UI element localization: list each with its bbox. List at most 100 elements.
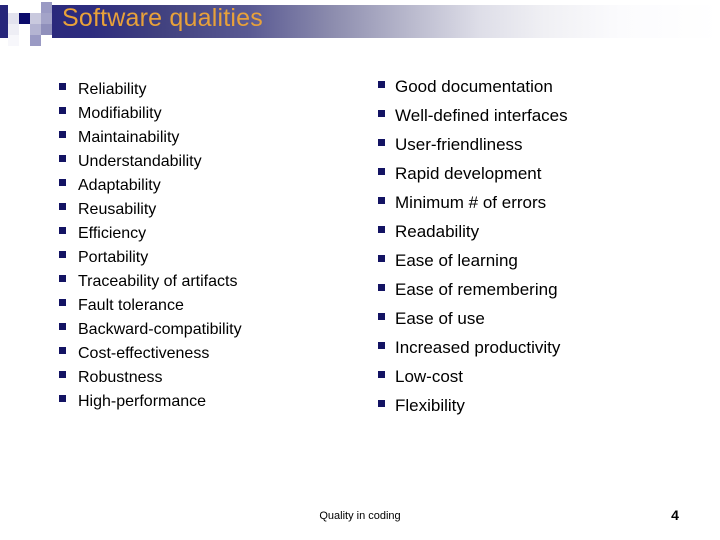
page-title: Software qualities — [62, 4, 263, 32]
list-item: Cost-effectiveness — [59, 344, 359, 368]
list-item: Rapid development — [378, 163, 708, 192]
list-item: Adaptability — [59, 176, 359, 200]
square-bullet-icon — [378, 168, 385, 175]
list-item: Traceability of artifacts — [59, 272, 359, 296]
decoration-square — [19, 2, 30, 13]
square-bullet-icon — [59, 179, 66, 186]
list-item: Reusability — [59, 200, 359, 224]
list-item: Ease of learning — [378, 250, 708, 279]
right-bullet-item-label: User-friendliness — [395, 135, 523, 154]
left-bullet-item-label: Fault tolerance — [78, 297, 184, 314]
list-item: Minimum # of errors — [378, 192, 708, 221]
square-bullet-icon — [59, 347, 66, 354]
right-bullet-item-label: Increased productivity — [395, 338, 561, 357]
decoration-square — [19, 35, 30, 46]
right-bullet-item-label: Low-cost — [395, 367, 464, 386]
square-bullet-icon — [59, 395, 66, 402]
list-item: Robustness — [59, 368, 359, 392]
list-item: Efficiency — [59, 224, 359, 248]
decoration-square — [30, 35, 41, 46]
list-item: Ease of use — [378, 308, 708, 337]
right-bullet-item-label: Rapid development — [395, 164, 542, 183]
left-bullet-item-label: Backward-compatibility — [78, 321, 242, 338]
decoration-square — [30, 24, 41, 35]
square-bullet-icon — [378, 371, 385, 378]
footer-label: Quality in coding — [319, 510, 401, 522]
square-bullet-icon — [378, 226, 385, 233]
square-bullet-icon — [59, 227, 66, 234]
decoration-square — [30, 2, 41, 13]
left-bullet-item-label: Understandability — [78, 153, 202, 170]
square-bullet-icon — [59, 371, 66, 378]
square-bullet-icon — [59, 323, 66, 330]
right-bullet-item-label: Readability — [395, 222, 480, 241]
square-bullet-icon — [378, 284, 385, 291]
decoration-square — [8, 35, 19, 46]
decoration-square — [41, 35, 52, 46]
decoration-square — [41, 13, 52, 24]
list-item: Reliability — [59, 80, 359, 104]
left-bullet-item-label: Reliability — [78, 81, 147, 98]
square-bullet-icon — [378, 197, 385, 204]
square-bullet-icon — [378, 255, 385, 262]
slide-number: 4 — [671, 507, 679, 523]
left-bullet-item-label: Efficiency — [78, 225, 147, 242]
square-bullet-icon — [378, 139, 385, 146]
square-bullet-icon — [59, 155, 66, 162]
left-bullet-list: Reliability Modifiability Maintainability U… — [59, 80, 359, 416]
right-bullet-list: Good documentation Well-defined interface… — [378, 76, 708, 424]
left-bullet-item-label: Reusability — [78, 201, 157, 218]
list-item: Low-cost — [378, 366, 708, 395]
list-item: Portability — [59, 248, 359, 272]
square-bullet-icon — [59, 203, 66, 210]
square-bullet-icon — [59, 107, 66, 114]
left-bullet-item-label: Modifiability — [78, 105, 162, 122]
right-bullet-item-label: Ease of remembering — [395, 280, 558, 299]
right-bullet-item-label: Ease of use — [395, 309, 485, 328]
list-item: Good documentation — [378, 76, 708, 105]
decoration-square — [19, 13, 30, 24]
square-bullet-icon — [59, 83, 66, 90]
square-bullet-icon — [59, 275, 66, 282]
list-item: Modifiability — [59, 104, 359, 128]
slide-canvas: Software qualities Reliability Modifiabil… — [0, 0, 720, 540]
list-item: Fault tolerance — [59, 296, 359, 320]
list-item: Flexibility — [378, 395, 708, 424]
square-bullet-icon — [59, 131, 66, 138]
list-item: Backward-compatibility — [59, 320, 359, 344]
list-item: Readability — [378, 221, 708, 250]
decoration-square — [41, 2, 52, 13]
square-bullet-icon — [378, 342, 385, 349]
decoration-square — [8, 24, 19, 35]
left-bullet-item-label: Portability — [78, 249, 149, 266]
list-item: Maintainability — [59, 128, 359, 152]
right-bullet-item-label: Good documentation — [395, 77, 553, 96]
left-bullet-item-label: Adaptability — [78, 177, 161, 194]
left-bullet-item-label: Maintainability — [78, 129, 180, 146]
list-item: Ease of remembering — [378, 279, 708, 308]
list-item: User-friendliness — [378, 134, 708, 163]
left-bullet-item-label: Robustness — [78, 369, 163, 386]
left-bullet-item-label: Cost-effectiveness — [78, 345, 210, 362]
list-item: High-performance — [59, 392, 359, 416]
decoration-square — [8, 13, 19, 24]
square-bullet-icon — [378, 313, 385, 320]
list-item: Understandability — [59, 152, 359, 176]
square-bullet-icon — [378, 81, 385, 88]
square-bullet-icon — [378, 400, 385, 407]
left-bullet-item-label: High-performance — [78, 393, 207, 410]
list-item: Increased productivity — [378, 337, 708, 366]
right-bullet-item-label: Well-defined interfaces — [395, 106, 568, 125]
list-item: Well-defined interfaces — [378, 105, 708, 134]
square-bullet-icon — [378, 110, 385, 117]
left-bullet-item-label: Traceability of artifacts — [78, 273, 238, 290]
decoration-square — [30, 13, 41, 24]
right-bullet-item-label: Flexibility — [395, 396, 465, 415]
right-bullet-item-label: Ease of learning — [395, 251, 518, 270]
square-bullet-icon — [59, 251, 66, 258]
square-bullet-icon — [59, 299, 66, 306]
decoration-square — [19, 24, 30, 35]
decoration-square — [41, 24, 52, 35]
decoration-square — [8, 2, 19, 13]
right-bullet-item-label: Minimum # of errors — [395, 193, 547, 212]
